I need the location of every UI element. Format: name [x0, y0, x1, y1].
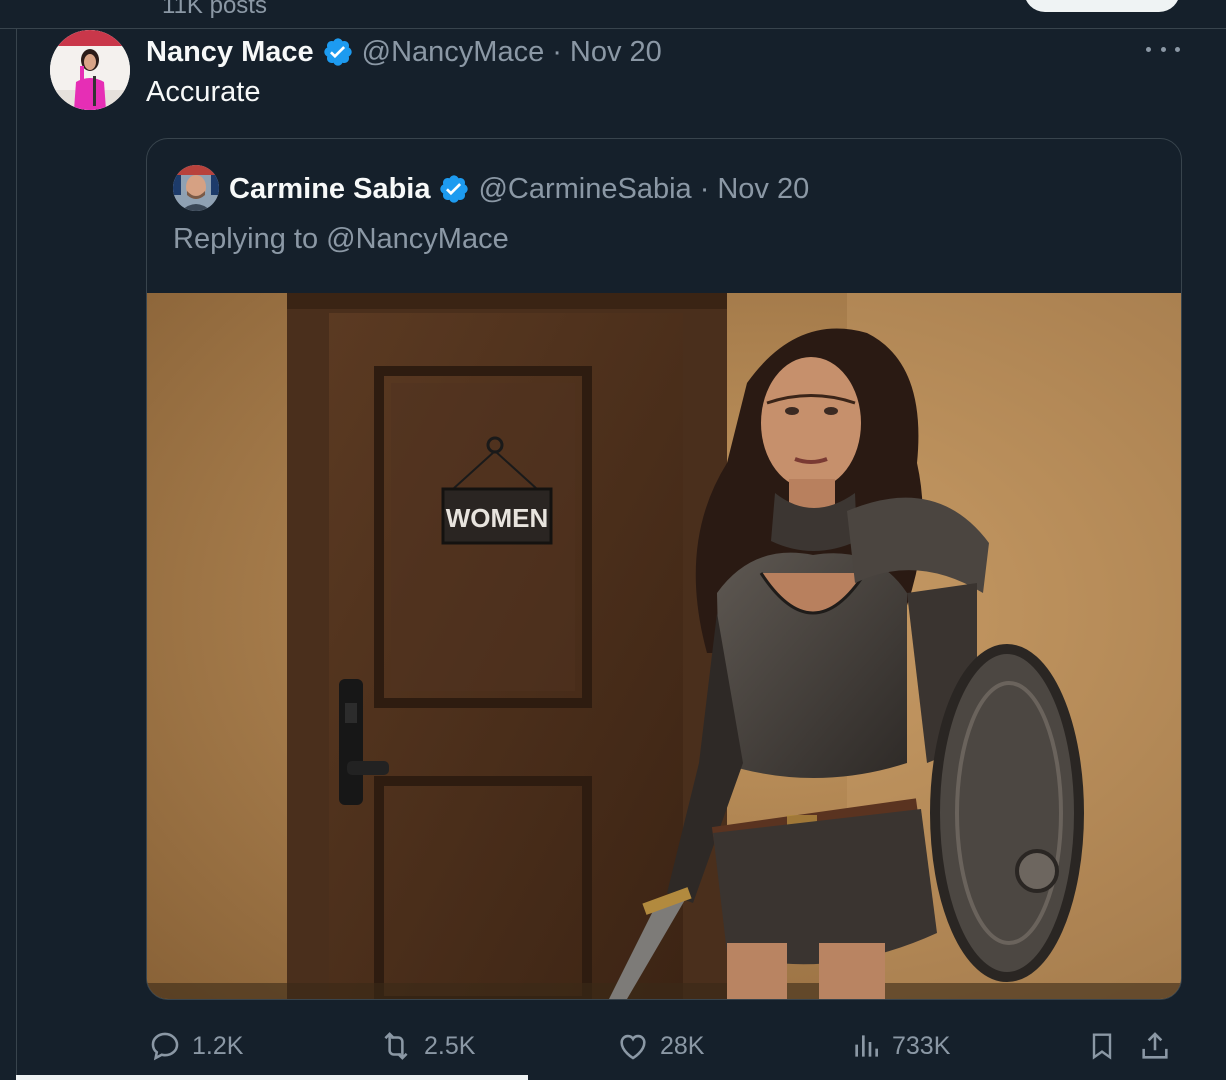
- replying-to-text: Replying to @NancyMace: [173, 223, 509, 255]
- media-illustration: WOMEN: [147, 293, 1181, 999]
- analytics-bar-icon: [855, 1035, 878, 1057]
- quoted-tweet-card[interactable]: Carmine Sabia @CarmineSabia · Nov 20 Rep…: [146, 138, 1182, 1000]
- tweet-text: Accurate: [146, 76, 261, 108]
- quoted-author-avatar[interactable]: [173, 165, 219, 211]
- quoted-tweet-image[interactable]: WOMEN: [147, 293, 1181, 999]
- reply-count: 1.2K: [192, 1031, 244, 1060]
- repost-button[interactable]: 2.5K: [378, 1024, 475, 1068]
- like-count: 28K: [660, 1031, 705, 1060]
- verified-badge-icon: [438, 173, 470, 205]
- reply-button[interactable]: 1.2K: [148, 1024, 243, 1068]
- quoted-tweet-header: Carmine Sabia @CarmineSabia · Nov 20: [229, 167, 809, 211]
- avatar-photo: [50, 30, 130, 110]
- quoted-author-handle[interactable]: @CarmineSabia: [478, 173, 691, 206]
- tweet-date[interactable]: Nov 20: [570, 36, 662, 69]
- verified-badge-icon: [322, 36, 354, 68]
- views-button[interactable]: 733K: [850, 1024, 950, 1068]
- author-handle[interactable]: @NancyMace: [362, 36, 545, 69]
- women-sign-text: WOMEN: [446, 503, 549, 533]
- repost-count: 2.5K: [424, 1031, 476, 1060]
- separator-dot: ·: [699, 172, 710, 205]
- like-button[interactable]: 28K: [616, 1024, 704, 1068]
- tweet-header: Nancy Mace @NancyMace · Nov 20: [146, 32, 662, 72]
- timeline-border: [16, 28, 17, 1080]
- more-dots-icon: [1175, 46, 1180, 52]
- share-button[interactable]: [1138, 1024, 1172, 1068]
- more-dots-icon: [1146, 46, 1151, 52]
- scroll-indicator: [16, 1075, 528, 1080]
- more-dots-icon: [1160, 46, 1166, 52]
- tweet-action-bar: 1.2K 2.5K 28K 733K: [146, 1024, 1180, 1068]
- more-options-button[interactable]: [1146, 38, 1180, 60]
- profile-top-bar: 11K posts: [0, 0, 1226, 29]
- posts-count: 11K posts: [162, 0, 267, 19]
- reply-icon: [151, 1032, 179, 1061]
- bookmark-icon: [1092, 1033, 1112, 1060]
- separator-dot: ·: [552, 35, 562, 68]
- bookmark-button[interactable]: [1086, 1024, 1118, 1068]
- heart-icon: [620, 1034, 646, 1060]
- avatar-photo: [173, 165, 219, 211]
- author-name[interactable]: Nancy Mace: [146, 36, 314, 69]
- quoted-author-name[interactable]: Carmine Sabia: [229, 173, 430, 206]
- share-icon: [1142, 1032, 1168, 1059]
- repost-icon: [384, 1032, 408, 1060]
- quoted-tweet-date[interactable]: Nov 20: [717, 173, 809, 206]
- author-avatar[interactable]: [50, 30, 130, 110]
- follow-button[interactable]: [1024, 0, 1180, 12]
- views-count: 733K: [892, 1031, 951, 1060]
